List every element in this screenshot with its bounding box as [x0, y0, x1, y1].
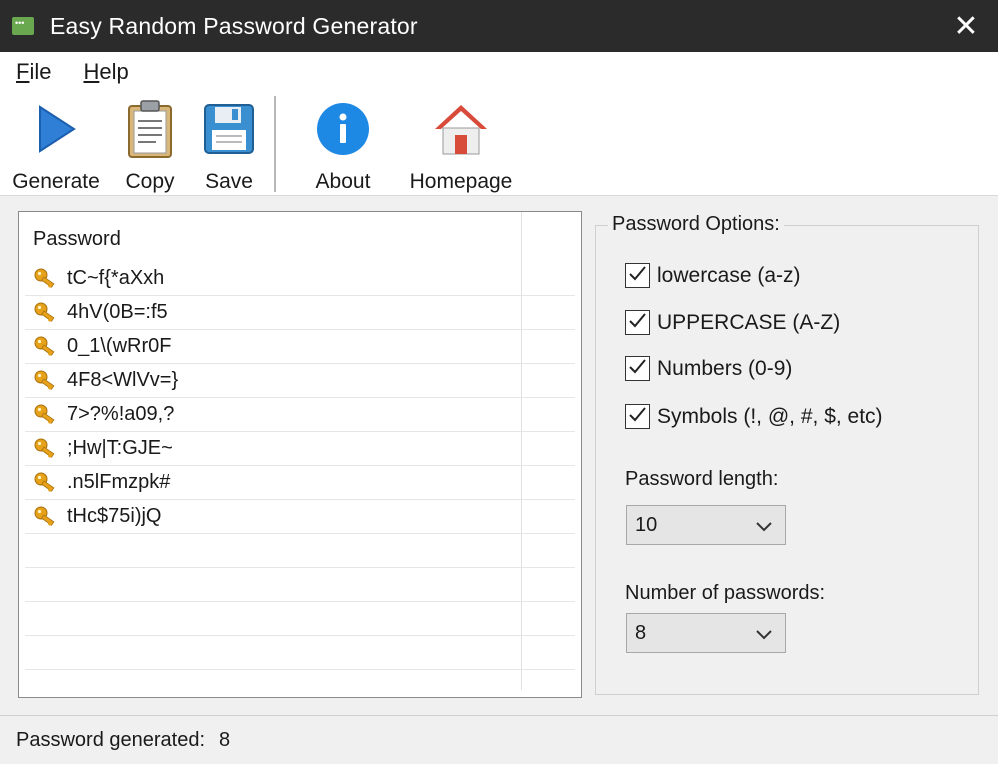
empty-row: [25, 636, 575, 670]
password-row[interactable]: 0_1\(wRr0F: [25, 330, 575, 364]
clipboard-icon: [122, 98, 178, 160]
chevron-down-icon: [753, 623, 775, 645]
checkmark-icon: [627, 404, 648, 430]
copy-button[interactable]: Copy: [118, 92, 182, 196]
menu-bar: File Help: [0, 52, 998, 92]
home-icon: [433, 98, 489, 160]
password-rows: tC~f{*aXxh 4hV(0B=:f5 0_1\(wRr0F 4F8<WlVv=}…: [25, 262, 575, 697]
password-row[interactable]: ;Hw|T:GJE~: [25, 432, 575, 466]
password-row[interactable]: 7>?%!a09,?: [25, 398, 575, 432]
menu-help[interactable]: Help: [67, 59, 144, 85]
checkmark-icon: [627, 310, 648, 336]
checkbox-box[interactable]: [625, 263, 650, 288]
password-text: 0_1\(wRr0F: [67, 335, 172, 357]
homepage-label: Homepage: [409, 170, 513, 193]
uppercase-label: UPPERCASE (A-Z): [657, 310, 841, 334]
key-icon: [33, 267, 59, 291]
about-label: About: [315, 170, 371, 193]
password-length-select[interactable]: 10: [626, 505, 786, 545]
checkbox-box[interactable]: [625, 404, 650, 429]
password-text: tC~f{*aXxh: [67, 267, 165, 289]
menu-help-accel: H: [83, 59, 100, 84]
toolbar-separator: [274, 96, 276, 192]
status-bar: Password generated: 8: [0, 715, 998, 764]
toolbar: Generate Copy Save About Homepage: [0, 92, 998, 196]
number-of-passwords-value: 8: [635, 621, 647, 644]
menu-help-label: elp: [99, 59, 129, 84]
empty-row: [25, 534, 575, 568]
checkbox-box[interactable]: [625, 310, 650, 335]
floppy-disk-icon: [201, 98, 257, 160]
checkmark-icon: [627, 263, 648, 289]
password-row[interactable]: 4F8<WlVv=}: [25, 364, 575, 398]
save-label: Save: [205, 170, 253, 193]
password-row[interactable]: .n5lFmzpk#: [25, 466, 575, 500]
password-text: 7>?%!a09,?: [67, 403, 175, 425]
numbers-checkbox[interactable]: Numbers (0-9): [625, 356, 792, 381]
symbols-checkbox[interactable]: Symbols (!, @, #, $, etc): [625, 404, 883, 429]
play-icon: [28, 98, 84, 160]
homepage-button[interactable]: Homepage: [406, 92, 516, 196]
lowercase-checkbox[interactable]: lowercase (a-z): [625, 263, 801, 288]
symbols-label: Symbols (!, @, #, $, etc): [657, 404, 883, 428]
window-title: Easy Random Password Generator: [50, 12, 418, 39]
empty-row: [25, 670, 575, 697]
key-icon: [33, 505, 59, 529]
chevron-down-icon: [753, 515, 775, 537]
key-icon: [33, 437, 59, 461]
key-icon: [33, 403, 59, 427]
password-column-header[interactable]: Password: [19, 212, 521, 256]
generate-button[interactable]: Generate: [8, 92, 104, 196]
app-icon: [12, 17, 34, 35]
key-icon: [33, 335, 59, 359]
menu-file-label: ile: [29, 59, 52, 84]
key-icon: [33, 369, 59, 393]
password-row[interactable]: tC~f{*aXxh: [25, 262, 575, 296]
close-button[interactable]: ✕: [934, 0, 998, 52]
password-text: tHc$75i)jQ: [67, 505, 162, 527]
password-length-value: 10: [635, 513, 658, 536]
info-icon: [315, 98, 371, 160]
checkbox-box[interactable]: [625, 356, 650, 381]
password-options-title: Password Options:: [608, 213, 784, 236]
password-text: 4F8<WlVv=}: [67, 369, 179, 391]
uppercase-checkbox[interactable]: UPPERCASE (A-Z): [625, 310, 840, 335]
empty-row: [25, 568, 575, 602]
number-of-passwords-label: Number of passwords:: [625, 582, 826, 604]
password-text: ;Hw|T:GJE~: [67, 437, 173, 459]
checkmark-icon: [627, 356, 648, 382]
numbers-label: Numbers (0-9): [657, 356, 793, 380]
copy-label: Copy: [125, 170, 175, 193]
menu-file-accel: F: [16, 59, 30, 84]
lowercase-label: lowercase (a-z): [657, 263, 801, 287]
status-count: 8: [219, 728, 231, 751]
generate-label: Generate: [12, 170, 100, 193]
password-row[interactable]: 4hV(0B=:f5: [25, 296, 575, 330]
password-text: 4hV(0B=:f5: [67, 301, 168, 323]
status-label: Password generated:: [16, 728, 206, 751]
empty-row: [25, 602, 575, 636]
close-icon: ✕: [953, 9, 979, 43]
number-of-passwords-select[interactable]: 8: [626, 613, 786, 653]
key-icon: [33, 471, 59, 495]
title-bar: Easy Random Password Generator ✕: [0, 0, 998, 52]
menu-file[interactable]: File: [0, 59, 67, 85]
password-length-label: Password length:: [625, 468, 779, 490]
password-row[interactable]: tHc$75i)jQ: [25, 500, 575, 534]
about-button[interactable]: About: [308, 92, 378, 196]
save-button[interactable]: Save: [198, 92, 260, 196]
key-icon: [33, 301, 59, 325]
password-list[interactable]: Password tC~f{*aXxh 4hV(0B=:f5 0_1\(wRr0F 4…: [18, 211, 582, 698]
password-text: .n5lFmzpk#: [67, 471, 171, 493]
